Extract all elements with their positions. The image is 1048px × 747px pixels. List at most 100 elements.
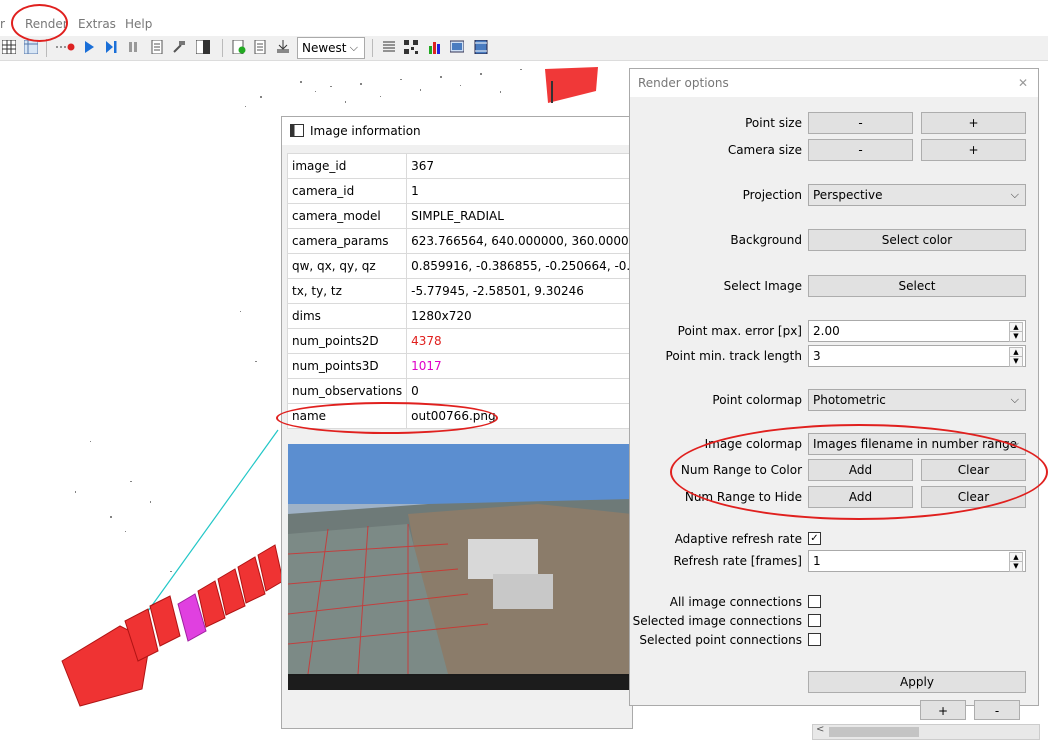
menu-item-partial[interactable]: r (0, 17, 5, 31)
table-row: camera_id 1 (286, 178, 669, 204)
chevron-down-icon: ⌵ (349, 41, 358, 54)
download-icon[interactable] (276, 40, 290, 54)
qr-icon[interactable] (404, 40, 418, 54)
menu-bar: r Render Extras Help (0, 12, 1048, 34)
image-information-titlebar[interactable]: Image information (282, 117, 632, 145)
info-key: tx, ty, tz (286, 278, 408, 304)
bottom-decrease-button[interactable]: - (974, 700, 1020, 720)
table-row: image_id 367 (286, 153, 669, 179)
all-image-connections-checkbox[interactable] (808, 595, 821, 608)
horizontal-scrollbar[interactable]: < (812, 724, 1040, 740)
table-row: camera_model SIMPLE_RADIAL (286, 203, 669, 229)
point-size-label: Point size (745, 116, 802, 130)
menu-item-help[interactable]: Help (125, 17, 152, 31)
film-icon[interactable] (474, 40, 488, 54)
table-row: num_points3D 1017 (286, 353, 669, 379)
timeline-select-value: Newest (302, 41, 347, 55)
info-key: num_observations (286, 378, 408, 404)
projection-label: Projection (742, 188, 802, 202)
pause-icon[interactable] (126, 40, 140, 54)
image-info-table: image_id 367 camera_id 1 camera_model SIMPLE_… (286, 153, 669, 429)
spin-down-icon[interactable]: ▼ (1009, 561, 1023, 572)
selected-image-connections-label: Selected image connections (632, 614, 802, 628)
point-size-increase-button[interactable]: + (921, 112, 1026, 134)
point-max-error-value: 2.00 (813, 324, 840, 338)
apply-button[interactable]: Apply (808, 671, 1026, 693)
camera-size-label: Camera size (727, 143, 802, 157)
scroll-left-icon[interactable]: < (816, 724, 824, 735)
projection-select[interactable]: Perspective ⌵ (808, 184, 1026, 206)
document-stack-icon[interactable] (254, 40, 268, 54)
info-key: image_id (286, 153, 408, 179)
point-colormap-label: Point colormap (712, 393, 802, 407)
refresh-rate-label: Refresh rate [frames] (673, 554, 802, 568)
point-min-track-length-spinbox[interactable]: 3 ▲ ▼ (808, 345, 1026, 367)
record-icon[interactable] (56, 40, 76, 54)
annotation-name-row (276, 402, 498, 434)
point-colormap-value: Photometric (813, 393, 886, 407)
info-key: num_points3D (286, 353, 408, 379)
camera-size-decrease-button[interactable]: - (808, 139, 913, 161)
step-forward-icon[interactable] (104, 40, 118, 54)
point-min-track-length-value: 3 (813, 349, 821, 363)
point-colormap-select[interactable]: Photometric ⌵ (808, 389, 1026, 411)
bottom-increase-button[interactable]: + (920, 700, 966, 720)
info-key: qw, qx, qy, qz (286, 253, 408, 279)
labels-column: Point size Camera size Projection Backgr… (630, 69, 802, 705)
table-icon[interactable] (24, 40, 38, 54)
info-key: camera_model (286, 203, 408, 229)
point-size-decrease-button[interactable]: - (808, 112, 913, 134)
annotation-colormap-section (670, 424, 1048, 520)
info-key: num_points2D (286, 328, 408, 354)
all-image-connections-label: All image connections (669, 595, 802, 609)
table-row: num_points2D 4378 (286, 328, 669, 354)
add-document-icon[interactable] (232, 40, 246, 54)
timeline-select[interactable]: Newest ⌵ (297, 37, 365, 59)
chevron-down-icon: ⌵ (1010, 188, 1019, 201)
background-label: Background (730, 233, 802, 247)
select-image-button[interactable]: Select (808, 275, 1026, 297)
spin-down-icon[interactable]: ▼ (1009, 356, 1023, 367)
adaptive-refresh-label: Adaptive refresh rate (674, 532, 802, 546)
adaptive-refresh-checkbox[interactable]: ✓ (808, 532, 821, 545)
chevron-down-icon: ⌵ (1010, 393, 1019, 406)
selected-image-connections-checkbox[interactable] (808, 614, 821, 627)
selected-point-connections-checkbox[interactable] (808, 633, 821, 646)
render-options-window: Render options ✕ Point size Camera size … (629, 68, 1039, 706)
info-key: dims (286, 303, 408, 329)
table-row: dims 1280x720 (286, 303, 669, 329)
list-icon[interactable] (382, 40, 396, 54)
table-row: tx, ty, tz -5.77945, -2.58501, 9.30246 (286, 278, 669, 304)
refresh-rate-value: 1 (813, 554, 821, 568)
camera-size-increase-button[interactable]: + (921, 139, 1026, 161)
table-row: camera_params 623.766564, 640.000000, 360… (286, 228, 669, 254)
hammer-icon[interactable] (172, 40, 186, 54)
background-select-color-button[interactable]: Select color (808, 229, 1026, 251)
image-preview-canvas (287, 444, 632, 690)
refresh-rate-spinbox[interactable]: 1 ▲ ▼ (808, 550, 1026, 572)
bar-chart-icon[interactable] (428, 40, 442, 54)
table-row: qw, qx, qy, qz 0.859916, -0.386855, -0.25… (286, 253, 669, 279)
menu-item-extras[interactable]: Extras (78, 17, 116, 31)
projection-select-value: Perspective (813, 188, 883, 202)
info-key: camera_id (286, 178, 408, 204)
screenshot-icon[interactable] (450, 40, 464, 54)
document-settings-icon[interactable] (150, 40, 164, 54)
point-max-error-label: Point max. error [px] (677, 324, 802, 338)
table-row: num_observations 0 (286, 378, 669, 404)
image-preview (287, 444, 632, 690)
point-max-error-spinbox[interactable]: 2.00 ▲ ▼ (808, 320, 1026, 342)
info-key: camera_params (286, 228, 408, 254)
selected-point-connections-label: Selected point connections (639, 633, 802, 647)
play-icon[interactable] (82, 40, 96, 54)
window-icon (290, 124, 304, 137)
contrast-icon[interactable] (196, 40, 210, 54)
spin-down-icon[interactable]: ▼ (1009, 331, 1023, 342)
scrollbar-thumb[interactable] (829, 727, 919, 737)
annotation-render-menu (11, 4, 68, 42)
window-title: Image information (310, 124, 421, 138)
toolbar: Newest ⌵ (0, 36, 1048, 61)
close-icon[interactable]: ✕ (1018, 76, 1028, 90)
point-min-track-length-label: Point min. track length (665, 349, 802, 363)
grid-icon[interactable] (2, 40, 16, 54)
